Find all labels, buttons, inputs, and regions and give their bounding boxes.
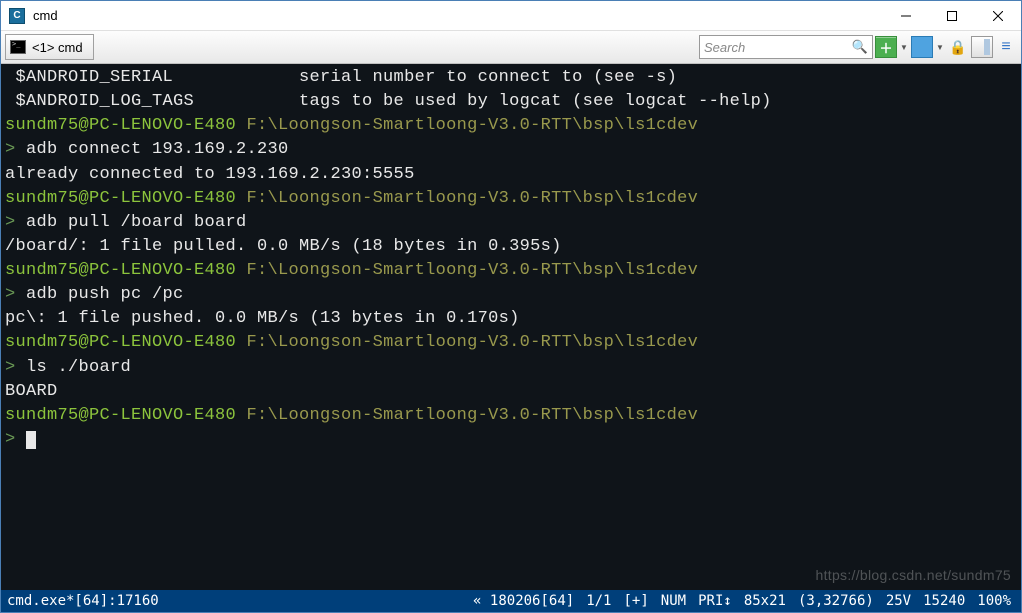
add-tab-dropdown[interactable]: ▼ <box>899 43 909 52</box>
terminal-line: BOARD <box>5 380 1017 404</box>
cursor-icon <box>26 431 36 449</box>
status-seg1: « 180206[64] <box>469 593 578 609</box>
search-icon[interactable]: 🔍 <box>852 39 868 55</box>
terminal-line: $ANDROID_SERIAL serial number to connect… <box>5 66 1017 90</box>
window-controls <box>883 1 1021 31</box>
terminal-line: > adb connect 193.169.2.230 <box>5 138 1017 162</box>
terminal-line: already connected to 193.169.2.230:5555 <box>5 163 1017 187</box>
console-tab[interactable]: <1> cmd <box>5 34 94 60</box>
close-button[interactable] <box>975 1 1021 31</box>
app-window: C cmd <1> cmd Search 🔍 ＋ ▼ ▼ 🔒 ≡ $ANDROI… <box>0 0 1022 613</box>
panel-toggle-button[interactable] <box>971 36 993 58</box>
terminal-line: pc\: 1 file pushed. 0.0 MB/s (13 bytes i… <box>5 307 1017 331</box>
terminal-line: sundm75@PC-LENOVO-E480 F:\Loongson-Smart… <box>5 114 1017 138</box>
terminal-line: /board/: 1 file pulled. 0.0 MB/s (18 byt… <box>5 235 1017 259</box>
status-seg9: 15240 <box>919 593 969 609</box>
search-placeholder: Search <box>704 40 852 55</box>
terminal-line: > ls ./board <box>5 356 1017 380</box>
status-seg5: PRI↕ <box>694 593 736 609</box>
status-seg8: 25V <box>882 593 915 609</box>
terminal-prompt[interactable]: > <box>5 428 1017 452</box>
toolbar: <1> cmd Search 🔍 ＋ ▼ ▼ 🔒 ≡ <box>1 31 1021 64</box>
status-seg6: 85x21 <box>740 593 790 609</box>
terminal-line: sundm75@PC-LENOVO-E480 F:\Loongson-Smart… <box>5 259 1017 283</box>
status-seg7: (3,32766) <box>794 593 878 609</box>
terminal-line: $ANDROID_LOG_TAGS tags to be used by log… <box>5 90 1017 114</box>
tab-label: <1> cmd <box>32 40 83 55</box>
numbered-tab-dropdown[interactable]: ▼ <box>935 43 945 52</box>
terminal-line: sundm75@PC-LENOVO-E480 F:\Loongson-Smart… <box>5 331 1017 355</box>
maximize-button[interactable] <box>929 1 975 31</box>
window-title: cmd <box>33 8 883 23</box>
status-seg2: 1/1 <box>582 593 615 609</box>
terminal-line: sundm75@PC-LENOVO-E480 F:\Loongson-Smart… <box>5 187 1017 211</box>
search-input[interactable]: Search 🔍 <box>699 35 873 59</box>
lock-icon[interactable]: 🔒 <box>947 36 969 58</box>
status-bar: cmd.exe*[64]:17160 « 180206[64] 1/1 [+] … <box>1 590 1021 612</box>
status-process: cmd.exe*[64]:17160 <box>7 593 465 609</box>
terminal-line: > adb push pc /pc <box>5 283 1017 307</box>
titlebar[interactable]: C cmd <box>1 1 1021 31</box>
terminal-line: sundm75@PC-LENOVO-E480 F:\Loongson-Smart… <box>5 404 1017 428</box>
minimize-button[interactable] <box>883 1 929 31</box>
status-seg3: [+] <box>620 593 653 609</box>
status-seg10: 100% <box>973 593 1015 609</box>
menu-button[interactable]: ≡ <box>995 36 1017 58</box>
terminal-icon <box>10 40 26 54</box>
status-seg4: NUM <box>657 593 690 609</box>
numbered-tab-button[interactable] <box>911 36 933 58</box>
watermark: https://blog.csdn.net/sundm75 <box>816 566 1012 586</box>
app-icon: C <box>9 8 25 24</box>
terminal-line: > adb pull /board board <box>5 211 1017 235</box>
terminal-output[interactable]: $ANDROID_SERIAL serial number to connect… <box>1 64 1021 590</box>
add-tab-button[interactable]: ＋ <box>875 36 897 58</box>
